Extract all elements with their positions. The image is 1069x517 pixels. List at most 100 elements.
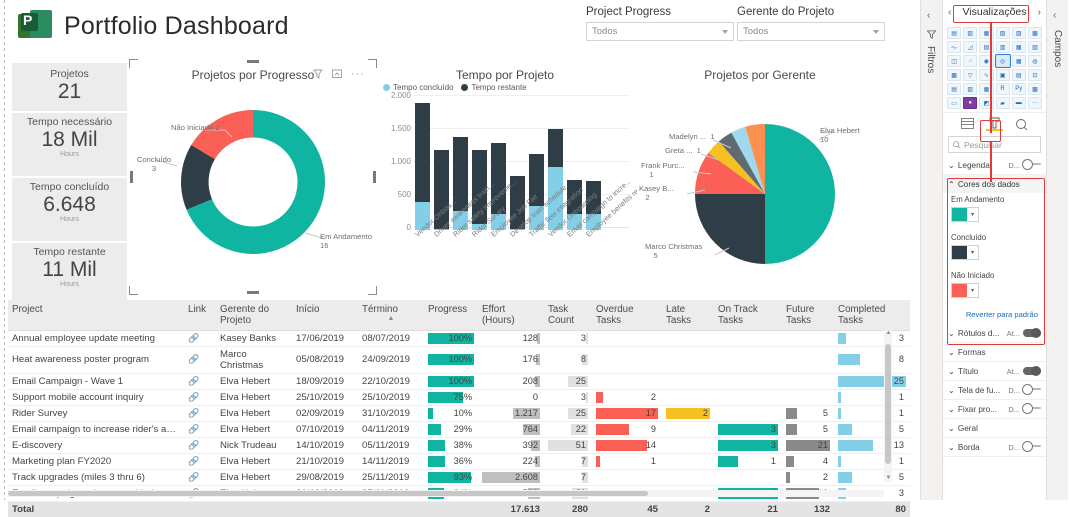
visual-type-icon-34[interactable]: ▬ (1011, 97, 1026, 109)
visual-type-icon-7[interactable]: ◿ (963, 41, 978, 53)
chevron-down-icon[interactable]: ▾ (967, 249, 978, 256)
data-color-em-andamento[interactable]: Em Andamento ▾ (943, 193, 1046, 231)
visual-type-icon-19[interactable]: ▽ (963, 69, 978, 81)
chevron-down-icon[interactable] (873, 29, 879, 34)
visual-type-icon-13[interactable]: ⁘ (963, 55, 978, 67)
section-toggle[interactable] (1023, 328, 1041, 338)
column-header-task-count[interactable]: Task Count (544, 300, 592, 331)
tab-fields[interactable] (959, 116, 976, 131)
format-section-formas[interactable]: ⌄ Formas (943, 343, 1046, 362)
table-body[interactable]: Annual employee update meeting 🔗 Kasey Ban… (8, 330, 910, 517)
chevron-down-icon[interactable]: ▾ (967, 287, 978, 294)
report-canvas[interactable]: P Portfolio Dashboard Project Progress T… (0, 0, 920, 517)
visual-type-icon-33[interactable]: ▰ (995, 97, 1010, 109)
column-header-future[interactable]: Future Tasks (782, 300, 834, 331)
table-row[interactable]: Track upgrades (miles 3 thru 6) 🔗 Elva Heb… (8, 469, 910, 486)
format-section-r-tulos-d[interactable]: ⌄ Rótulos d... At... (943, 324, 1046, 343)
visual-type-icon-22[interactable]: ▤ (1011, 69, 1026, 81)
visual-type-icon-29[interactable]: ▩ (1027, 83, 1042, 95)
link-icon[interactable]: 🔗 (188, 376, 199, 386)
scroll-down-icon[interactable]: ▼ (886, 475, 892, 481)
chevron-down-icon[interactable]: ⌄ (948, 328, 955, 338)
chevron-down-icon[interactable]: ⌄ (948, 385, 955, 395)
visual-type-icon-35[interactable]: ··· (1027, 97, 1042, 109)
format-section-borda[interactable]: ⌄ Borda D... (943, 438, 1046, 457)
link-icon[interactable]: 🔗 (188, 424, 199, 434)
visual-type-icon-4[interactable]: ▨ (1011, 27, 1026, 39)
slicer-project-progress[interactable]: Project Progress Todos (586, 6, 734, 41)
bar-segment-tempo-restante[interactable] (415, 103, 430, 202)
table-row[interactable]: E-discovery 🔗 Nick Trudeau 14/10/2019 05/11/… (8, 437, 910, 454)
column-header-ontrack[interactable]: On Track Tasks (714, 300, 782, 331)
kpi-card-projetos[interactable]: Projetos 21 (12, 63, 127, 111)
section-toggle[interactable] (1023, 366, 1041, 376)
format-section-fixar-pro[interactable]: ⌄ Fixar pro... D... (943, 400, 1046, 419)
visual-type-icon-custom[interactable]: ● (963, 97, 978, 109)
chevron-down-icon[interactable]: ▾ (967, 211, 978, 218)
link-icon[interactable]: 🔗 (188, 456, 199, 466)
table-row[interactable]: Email campaign to increase rider's aware… (8, 421, 910, 438)
table-cell-link[interactable]: 🔗 (184, 469, 216, 486)
section-toggle[interactable] (1022, 403, 1041, 414)
expand-fields-icon[interactable]: ‹ (1053, 10, 1056, 21)
link-icon[interactable]: 🔗 (188, 472, 199, 482)
pie-chart[interactable]: Elva Hebert 10 Marco Christmas 5 Kasey B.… (637, 82, 883, 287)
tab-format[interactable] (986, 116, 1003, 131)
legend-item-tempo-restante[interactable]: Tempo restante (461, 83, 527, 92)
chevron-down-icon[interactable]: ⌄ (948, 423, 955, 433)
table-row[interactable]: Rider Survey 🔗 Elva Hebert 02/09/2019 31/10/… (8, 405, 910, 422)
project-table[interactable]: Project Link Gerente do Projeto Início T… (8, 300, 910, 517)
visual-type-icon-11[interactable]: ▨ (1027, 41, 1042, 53)
donut-chart[interactable]: Não Iniciado 2 Concluído 3 Em Andamento 16 (133, 82, 373, 282)
resize-handle-top[interactable] (247, 60, 259, 63)
expand-pane-icon[interactable]: › (1038, 6, 1042, 18)
bar-segment-tempo-restante[interactable] (548, 129, 563, 167)
chevron-down-icon[interactable]: ⌄ (948, 404, 955, 414)
format-search-input[interactable]: Pesquisar (948, 136, 1041, 153)
resize-handle-tl[interactable] (129, 59, 138, 68)
chevron-down-icon[interactable]: ⌄ (948, 442, 955, 452)
visual-type-icon-17[interactable]: ◍ (1027, 55, 1042, 67)
scroll-up-icon[interactable]: ▲ (886, 330, 892, 336)
slicer-dropdown[interactable]: Todos (737, 22, 885, 41)
filters-pane-collapsed[interactable]: ‹ Filtros (920, 0, 942, 500)
resize-handle-bl[interactable] (129, 286, 138, 295)
visual-type-icon-10[interactable]: ▦ (1011, 41, 1026, 53)
format-section-legenda[interactable]: ⌄ Legenda D... (943, 156, 1046, 175)
slicer-gerente-do-projeto[interactable]: Gerente do Projeto Todos (737, 6, 885, 41)
visual-type-icon-6[interactable]: 〜 (947, 41, 962, 53)
expand-filters-icon[interactable]: ‹ (927, 10, 930, 21)
visual-type-icon-3[interactable]: ▧ (995, 27, 1010, 39)
kpi-card-tempo-necessario[interactable]: Tempo necessário 18 Mil Hours (12, 113, 127, 176)
visual-projetos-por-gerente[interactable]: Projetos por Gerente Elva Hebert 10 Marc… (637, 63, 883, 291)
section-toggle[interactable] (1022, 384, 1041, 395)
table-horizontal-scrollbar[interactable] (8, 490, 884, 497)
chevron-down-icon[interactable]: ⌄ (948, 160, 955, 170)
link-icon[interactable]: 🔗 (188, 333, 199, 343)
color-swatch[interactable] (952, 284, 967, 297)
more-options-icon[interactable]: ··· (351, 69, 365, 80)
table-cell-link[interactable]: 🔗 (184, 373, 216, 390)
data-color-nao-iniciado[interactable]: Não Iniciado ▾ (943, 269, 1046, 307)
column-header-overdue[interactable]: Overdue Tasks (592, 300, 662, 331)
format-section-cores-dos-dados[interactable]: ⌃ Cores dos dados (943, 175, 1046, 193)
color-picker-button[interactable]: ▾ (951, 283, 979, 298)
section-toggle[interactable] (1022, 441, 1041, 452)
resize-handle-br[interactable] (368, 286, 377, 295)
table-row[interactable]: Annual employee update meeting 🔗 Kasey Ban… (8, 330, 910, 347)
tab-analytics[interactable] (1013, 116, 1030, 131)
table-row[interactable]: Support mobile account inquiry 🔗 Elva Hebe… (8, 389, 910, 406)
table-cell-link[interactable]: 🔗 (184, 405, 216, 422)
visual-type-icon-5[interactable]: ▩ (1027, 27, 1042, 39)
color-picker-button[interactable]: ▾ (951, 245, 979, 260)
column-header-termino[interactable]: Término ▲ (358, 300, 424, 331)
column-header-late[interactable]: Late Tasks (662, 300, 714, 331)
format-section-tela-de-fu[interactable]: ⌄ Tela de fu... D... (943, 381, 1046, 400)
column-header-effort[interactable]: Effort (Hours) (478, 300, 544, 331)
column-header-project[interactable]: Project (8, 300, 184, 331)
visualizations-pane[interactable]: ‹ Visualizações › ▤ ▥ ▦ ▧ ▨ ▩ 〜 ◿ ▤ ▥ ▦ ▨ ◫ ⁘ ◉ ◎ ▦ ◍ ▩ ▽ ∿ ▣… (942, 0, 1046, 500)
chevron-down-icon[interactable]: ⌄ (948, 347, 955, 357)
visual-type-icon-12[interactable]: ◫ (947, 55, 962, 67)
table-cell-link[interactable]: 🔗 (184, 437, 216, 454)
link-icon[interactable]: 🔗 (188, 408, 199, 418)
